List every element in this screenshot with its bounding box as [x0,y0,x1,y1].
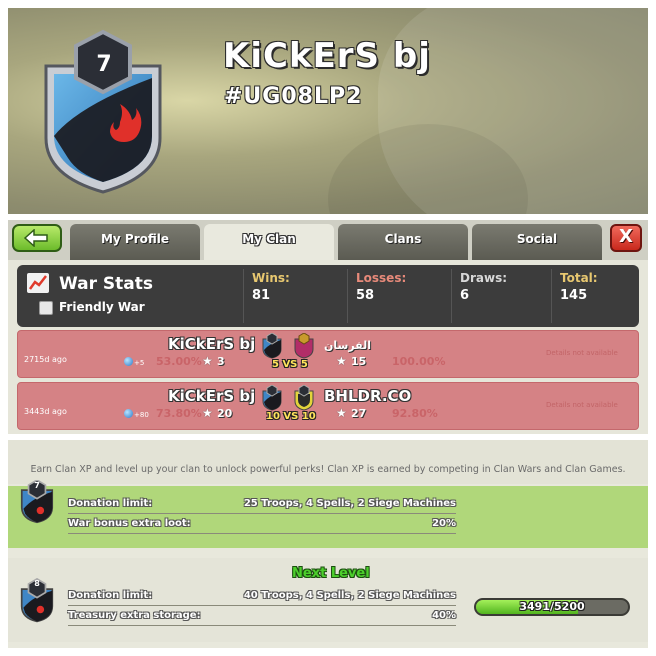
total-value: 145 [560,288,588,303]
clan-xp-progress-bar: 3491/5200 [474,598,630,616]
star-icon: ★ [336,354,347,368]
clan-xp-icon [124,357,133,366]
perk-label: Donation limit: [68,590,153,601]
opponent-clan-name: BHLDR.CO [324,387,412,405]
clan-name: KiCkErS bj [223,36,431,76]
perk-row: Donation limit: 25 Troops, 4 Spells, 2 S… [68,498,456,514]
clan-xp-progress-text: 3491/5200 [519,600,585,613]
losses-value: 58 [356,288,375,303]
opponent-clan-badge-icon [294,333,314,359]
arrow-left-icon [23,229,48,247]
tab-label: Clans [384,232,422,246]
star-icon: ★ [336,406,347,420]
our-stars: 20 [217,407,233,420]
details-status: Details not available [546,401,618,409]
back-button[interactable] [12,224,62,252]
our-clan-badge-icon [262,385,282,411]
details-status: Details not available [546,349,618,357]
perk-value: 20% [432,518,456,529]
tab-my-profile[interactable]: My Profile [70,224,200,260]
perk-row: Treasury extra storage: 40% [68,610,456,626]
clan-tag: #UG08LP2 [224,84,363,109]
draws-value: 6 [460,288,470,303]
war-log-row[interactable]: 3443d ago +80 73.80% ★ 20 KiCkErS bj 10 … [17,382,639,430]
friendly-war-label: Friendly War [59,300,145,314]
war-size: 10 VS 10 [266,411,316,422]
perk-value: 40% [432,610,456,621]
our-destruction-pct: 53.00% [156,355,202,368]
our-destruction-pct: 73.80% [156,407,202,420]
opponent-destruction-pct: 92.80% [392,407,438,420]
perk-label: Treasury extra storage: [68,610,201,621]
war-stats-panel: My Profile My Clan Clans Social X War St… [8,220,648,434]
wins-value: 81 [252,288,271,303]
perk-row: War bonus extra loot: 20% [68,518,456,534]
clan-level-label: 7 [96,52,112,77]
our-clan-name: KiCkErS bj [168,387,256,405]
war-stats-bar: War Stats Friendly War Wins: 81 Losses: … [17,265,639,327]
draws-stat: Draws: 6 [451,269,551,323]
tab-my-clan[interactable]: My Clan [204,224,334,260]
friendly-war-checkbox[interactable] [39,301,53,315]
next-level-number: 8 [34,579,40,588]
tab-label: Social [516,232,558,246]
current-level-number: 7 [34,481,40,490]
opponent-clan-badge-icon [294,385,314,411]
perk-label: Donation limit: [68,498,153,509]
clan-xp-info-text: Earn Clan XP and level up your clan to u… [8,440,648,484]
perk-label: War bonus extra loot: [68,518,191,529]
war-time-ago: 3443d ago [24,407,67,416]
war-stats-title: War Stats [59,274,154,294]
opponent-stars: 27 [351,407,367,420]
perk-row: Donation limit: 40 Troops, 4 Spells, 2 S… [68,590,456,606]
next-level-title: Next Level [292,566,370,581]
clan-xp-icon [124,409,133,418]
opponent-stars: 15 [351,355,367,368]
chart-icon [27,273,49,293]
perk-value: 40 Troops, 4 Spells, 2 Siege Machines [243,590,456,601]
star-icon: ★ [202,406,213,420]
wins-stat: Wins: 81 [243,269,345,323]
opponent-clan-name: الفرسان [324,339,371,352]
draws-label: Draws: [460,271,508,285]
clan-perks-panel: Earn Clan XP and level up your clan to u… [8,440,648,648]
tab-label: My Clan [242,232,296,246]
our-clan-badge-icon [262,333,282,359]
next-level-perks: Next Level 8 Donation limit: 40 Troops, … [8,558,648,642]
total-label: Total: [560,271,598,285]
losses-label: Losses: [356,271,407,285]
clan-xp-gain: +5 [134,359,145,367]
perk-value: 25 Troops, 4 Spells, 2 Siege Machines [243,498,456,509]
tab-social[interactable]: Social [472,224,602,260]
close-button[interactable]: X [610,224,642,252]
clan-xp-gain: +80 [134,411,149,419]
tab-label: My Profile [100,232,170,246]
our-clan-name: KiCkErS bj [168,335,256,353]
war-time-ago: 2715d ago [24,355,67,364]
current-level-perks: 7 Donation limit: 25 Troops, 4 Spells, 2… [8,480,648,548]
tab-clans[interactable]: Clans [338,224,468,260]
losses-stat: Losses: 58 [347,269,451,323]
our-stars: 3 [217,355,225,368]
war-log-row[interactable]: 2715d ago +5 53.00% ★ 3 KiCkErS bj 5 VS … [17,330,639,378]
opponent-destruction-pct: 100.00% [392,355,446,368]
tab-bar: My Profile My Clan Clans Social X [8,220,648,260]
total-stat: Total: 145 [551,269,639,323]
clan-header-panel: 7 KiCkErS bj #UG08LP2 [8,8,648,214]
star-icon: ★ [202,354,213,368]
wins-label: Wins: [252,271,290,285]
war-size: 5 VS 5 [272,359,308,370]
